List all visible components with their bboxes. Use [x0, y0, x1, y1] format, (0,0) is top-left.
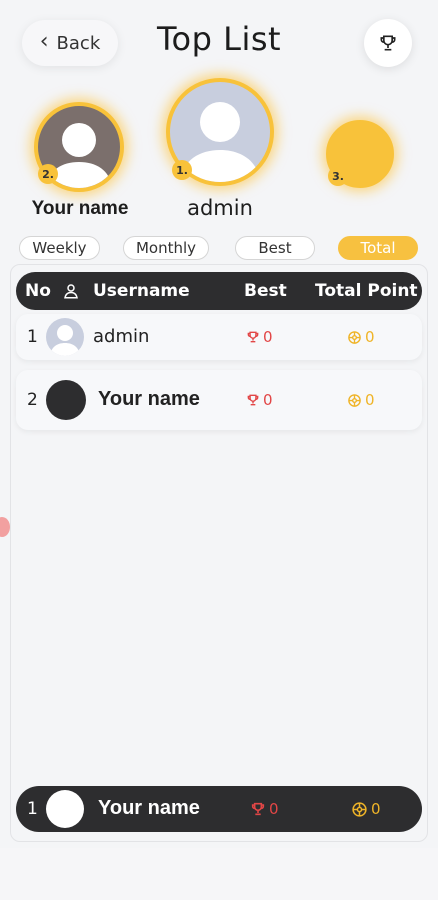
header-username: Username — [93, 281, 190, 301]
podium-name: Your name — [31, 198, 129, 219]
podium: 2. Your name 1. admin 3. — [0, 78, 438, 228]
points-value: 0 — [371, 800, 381, 818]
row-rank: 2 — [27, 390, 38, 410]
rank-badge: 1. — [172, 160, 192, 180]
tab-weekly[interactable]: Weekly — [19, 236, 100, 260]
table-header: No Username Best Total Point — [16, 272, 422, 310]
rank-badge: 2. — [38, 164, 58, 184]
coin-icon — [348, 330, 361, 344]
row-username: Your name — [98, 388, 200, 410]
header-total: Total Point — [315, 281, 418, 301]
trophy-icon — [251, 802, 265, 816]
podium-name: admin — [187, 196, 253, 220]
table-row[interactable]: 2 Your name 0 0 — [16, 370, 422, 430]
header-no: No — [25, 281, 51, 301]
row-username: Your name — [98, 797, 200, 819]
bottom-bar — [0, 848, 438, 900]
row-points: 0 — [347, 328, 375, 346]
row-best: 0 — [246, 328, 273, 346]
row-best: 0 — [246, 391, 273, 409]
trophy-icon — [380, 35, 396, 51]
trophy-button[interactable] — [364, 19, 412, 67]
current-user-row[interactable]: 1 Your name 0 0 — [16, 786, 422, 832]
rank-badge: 3. — [328, 166, 348, 186]
row-rank: 1 — [27, 327, 38, 347]
best-value: 0 — [269, 800, 279, 818]
tab-total[interactable]: Total — [338, 236, 418, 260]
points-value: 0 — [365, 328, 375, 346]
row-points: 0 — [347, 391, 375, 409]
best-value: 0 — [263, 328, 273, 346]
row-username: admin — [93, 326, 150, 347]
trophy-icon — [247, 331, 259, 343]
row-rank: 1 — [27, 799, 38, 819]
tab-best[interactable]: Best — [235, 236, 315, 260]
user-icon — [64, 284, 78, 299]
avatar — [46, 380, 86, 420]
points-value: 0 — [365, 391, 375, 409]
tab-monthly[interactable]: Monthly — [123, 236, 209, 260]
coin-icon — [348, 393, 361, 407]
table-row[interactable]: 1 admin 0 0 — [16, 314, 422, 360]
row-best: 0 — [250, 800, 279, 818]
coin-icon — [352, 801, 367, 817]
best-value: 0 — [263, 391, 273, 409]
row-points: 0 — [351, 800, 381, 818]
trophy-icon — [247, 394, 259, 406]
avatar — [46, 318, 84, 356]
side-indicator — [0, 517, 10, 537]
header-best: Best — [244, 281, 287, 301]
avatar — [46, 790, 84, 828]
